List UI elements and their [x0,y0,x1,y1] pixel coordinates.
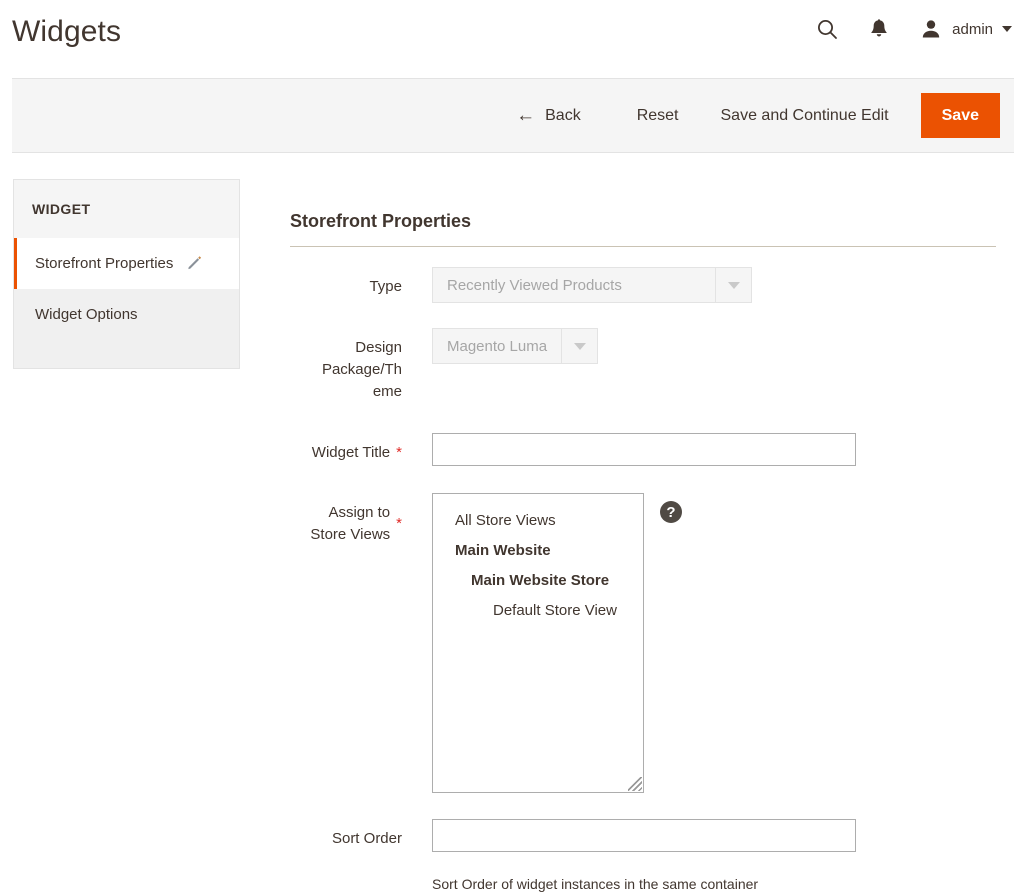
field-widget-title-label-wrap: Widget Title * [290,433,402,464]
store-view-option-default-store-view[interactable]: Default Store View [433,596,643,626]
design-theme-select-arrow [561,329,597,363]
page-actions-toolbar: ← Back Reset Save and Continue Edit Save [12,78,1014,153]
pencil-icon [187,255,202,272]
chevron-down-icon [573,342,586,350]
field-store-views: Assign to Store Views * All Store Views … [290,493,1000,793]
field-widget-title-label: Widget Title [311,444,391,461]
bell-icon[interactable] [866,16,892,42]
sidebar-item-label: Widget Options [35,306,138,323]
chevron-down-icon [1002,26,1012,32]
sidebar-item-widget-options[interactable]: Widget Options [14,289,239,340]
search-icon[interactable] [814,16,840,42]
page-header: Widgets admin [0,0,1026,80]
required-marker: * [396,515,402,532]
admin-username: admin [952,20,993,38]
type-select: Recently Viewed Products [432,267,752,303]
required-marker: * [396,444,402,461]
widget-title-input[interactable] [432,433,856,466]
store-view-option-main-website[interactable]: Main Website [433,536,643,566]
design-theme-select-value: Magento Luma [447,337,548,355]
field-sort-order-label: Sort Order [331,830,402,847]
field-store-views-label-line2: Store Views [310,526,391,543]
store-views-multiselect[interactable]: All Store Views Main Website Main Websit… [432,493,644,793]
sidebar-item-storefront-properties[interactable]: Storefront Properties [14,238,239,289]
field-store-views-label-wrap: Assign to Store Views * [290,493,402,546]
field-type: Type Recently Viewed Products [290,267,1000,303]
sidebar-item-label: Storefront Properties [35,255,174,272]
field-design-theme-label-line1: Design [355,339,402,356]
field-store-views-label: Assign to Store Views [310,502,390,546]
sort-order-input[interactable] [432,819,856,852]
field-sort-order: Sort Order Sort Order of widget instance… [290,819,1000,892]
type-select-value: Recently Viewed Products [447,276,622,294]
resize-handle-icon[interactable] [628,777,642,791]
store-view-option-main-website-store[interactable]: Main Website Store [433,566,643,596]
field-store-views-label-line1: Assign to [328,504,391,521]
save-button[interactable]: Save [920,93,1000,138]
design-theme-select: Magento Luma [432,328,598,364]
field-design-theme-label-line2: Package/Th [321,361,402,378]
question-mark-icon[interactable]: ? [660,501,682,523]
storefront-properties-form: Storefront Properties Type Recently View… [290,211,1000,892]
field-design-theme-control: Magento Luma [432,328,598,364]
sidebar-title: WIDGET [13,179,240,238]
field-design-theme-label: Design Package/Th eme [322,337,402,403]
save-and-continue-edit-button[interactable]: Save and Continue Edit [711,101,899,131]
field-store-views-control: All Store Views Main Website Main Websit… [432,493,682,793]
field-design-theme-label-wrap: Design Package/Th eme [290,328,402,403]
field-sort-order-label-wrap: Sort Order [290,819,402,850]
back-button[interactable]: ← Back [506,100,591,131]
field-type-label-wrap: Type [290,267,402,298]
admin-menu[interactable]: admin [918,16,1012,42]
field-type-label: Type [369,278,402,295]
field-sort-order-control: Sort Order of widget instances in the sa… [432,819,856,892]
chevron-down-icon [727,281,740,289]
back-button-label: Back [545,106,581,124]
sort-order-note: Sort Order of widget instances in the sa… [432,876,759,892]
field-design-theme-label-line3: eme [372,383,402,400]
store-view-option-all[interactable]: All Store Views [433,506,643,536]
field-widget-title-control [432,433,856,466]
user-avatar-icon [918,16,944,42]
reset-button[interactable]: Reset [627,101,689,131]
fieldset-legend: Storefront Properties [290,211,996,247]
field-type-control: Recently Viewed Products [432,267,752,303]
page-title: Widgets [12,15,122,48]
arrow-left-icon: ← [516,105,536,126]
header-tools: admin [814,12,1012,46]
field-widget-title: Widget Title * [290,433,1000,466]
field-design-theme: Design Package/Th eme Magento Luma [290,328,1000,403]
sidebar-item-list: Storefront Properties Widget Options [13,238,240,369]
widget-sidebar: WIDGET Storefront Properties Widget Opti… [13,179,240,369]
type-select-arrow [715,268,751,302]
